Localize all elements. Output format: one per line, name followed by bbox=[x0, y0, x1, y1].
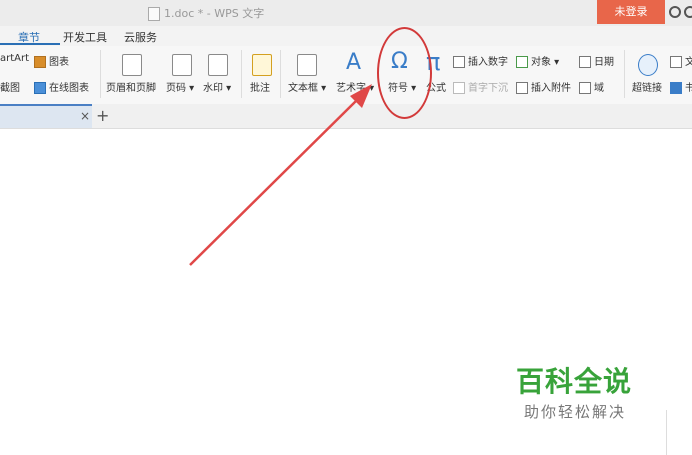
watermark-brand-subtitle: 助你轻松解决 bbox=[524, 403, 627, 421]
arrow-shaft bbox=[189, 99, 358, 266]
watermark-brand-title: 百科全说 bbox=[516, 365, 633, 398]
vertical-guide-line bbox=[666, 410, 667, 455]
